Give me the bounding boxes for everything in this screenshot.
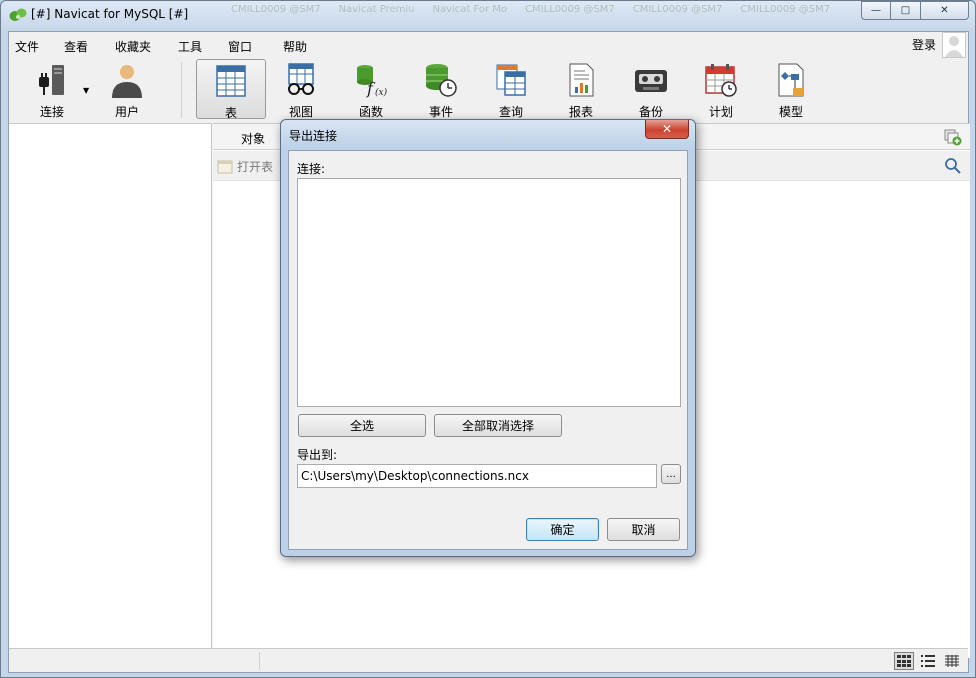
model-icon [778,63,804,97]
add-connection-icon[interactable] [944,128,962,146]
plug-connect-icon [39,65,64,95]
svg-text:(x): (x) [375,87,388,98]
user-icon [112,65,142,98]
search-icon[interactable] [944,157,962,175]
menu-view[interactable]: 查看 [64,38,88,55]
menu-favorites[interactable]: 收藏夹 [115,38,151,55]
user-label: 用户 [114,105,139,119]
open-table-label: 打开表 [237,160,274,174]
view-mode-buttons [894,652,962,670]
avatar-icon [945,36,963,57]
select-all-button[interactable]: 全选 [298,414,426,437]
minimize-button[interactable]: — [861,1,891,20]
export-connections-dialog: 导出连接 ✕ 连接: 全选 全部取消选择 导出到: C:\Users\my\De… [280,119,696,557]
status-divider [259,652,260,670]
tool-label: 模型 [778,105,803,119]
connections-label: 连接: [297,162,326,176]
tool-view[interactable]: 视图 [266,59,336,119]
connect-label: 连接 [39,105,64,119]
menu-tools[interactable]: 工具 [178,38,202,55]
export-path-field[interactable]: C:\Users\my\Desktop\connections.ncx [297,464,657,488]
list-view-icon [921,655,935,667]
connect-button[interactable]: 连接 [17,59,87,119]
title-bar: [#] Navicat for MySQL [#] CMILL0009 @SM7… [1,1,975,29]
event-clock-icon [426,64,457,97]
status-bar [9,648,968,672]
ghost-tab: CMILL0009 @SM7 [231,4,321,15]
detail-view-button[interactable] [942,652,962,670]
close-button[interactable]: ✕ [921,1,969,20]
query-icon [496,64,526,96]
tool-report[interactable]: 报表 [546,59,616,119]
calendar-icon [705,64,737,97]
connections-list[interactable] [297,178,681,407]
tool-function[interactable]: f (x) 函数 [336,59,406,119]
user-button[interactable]: 用户 [92,59,162,119]
tool-label: 表 [224,106,237,120]
ok-button[interactable]: 确定 [526,518,599,541]
tool-label: 视图 [288,105,313,119]
tool-query[interactable]: 查询 [476,59,546,119]
ghost-tab: Navicat Premiu [338,4,415,15]
connection-tree-pane[interactable] [9,123,212,658]
tab-objects[interactable]: 对象 [223,130,283,147]
window-controls: — □ ✕ [861,1,969,20]
report-icon [569,63,594,97]
ghost-tab: Navicat For Mo [432,4,508,15]
open-table-icon [217,160,233,173]
browse-button[interactable]: ... [661,464,681,484]
detail-view-icon [945,655,959,667]
ghost-tab: CMILL0009 @SM7 [740,4,831,15]
grid-view-icon [897,655,911,667]
tool-label: 计划 [708,105,733,119]
menu-bar: 文件 查看 收藏夹 工具 窗口 帮助 登录 [9,32,968,58]
connect-dropdown-arrow-icon[interactable]: ▼ [83,86,89,95]
maximize-button[interactable]: □ [891,1,921,20]
open-table-button[interactable]: 打开表 [217,158,273,175]
table-icon [216,65,246,97]
avatar[interactable] [942,32,966,58]
tool-table[interactable]: 表 [196,59,266,120]
menu-file[interactable]: 文件 [15,38,39,55]
list-view-button[interactable] [918,652,938,670]
export-to-label: 导出到: [297,448,338,462]
tool-label: 备份 [638,105,663,119]
function-icon: f (x) [357,65,388,98]
tool-label: 查询 [498,105,523,119]
backup-tape-icon [635,70,667,92]
tool-label: 函数 [358,105,383,119]
toolbar-separator [181,62,182,118]
background-taskbar-ghosts: CMILL0009 @SM7 Navicat Premiu Navicat Fo… [231,4,861,24]
tool-backup[interactable]: 备份 [616,59,686,119]
view-glasses-icon [288,63,314,95]
ghost-tab: CMILL0009 @SM7 [632,4,723,15]
cancel-button[interactable]: 取消 [607,518,680,541]
grid-view-button[interactable] [894,652,914,670]
ghost-tab: CMILL0009 @SM7 [525,4,615,15]
tool-model[interactable]: 模型 [756,59,826,119]
dialog-body: 连接: 全选 全部取消选择 导出到: C:\Users\my\Desktop\c… [288,150,688,550]
tool-schedule[interactable]: 计划 [686,59,756,119]
tool-label: 事件 [428,105,453,119]
login-link[interactable]: 登录 [912,36,936,53]
main-toolbar: 连接 ▼ 用户 表 视图 f (x) 函数 事件 查询 报表 备份 计划 模型 [9,56,968,122]
menu-window[interactable]: 窗口 [228,38,252,55]
tool-label: 报表 [568,105,593,119]
menu-help[interactable]: 帮助 [283,38,307,55]
tool-event[interactable]: 事件 [406,59,476,119]
window-title: [#] Navicat for MySQL [#] [31,7,189,21]
deselect-all-button[interactable]: 全部取消选择 [434,414,562,437]
navicat-logo-icon [9,8,27,21]
dialog-close-button[interactable]: ✕ [645,120,689,139]
dialog-title: 导出连接 [289,129,338,143]
